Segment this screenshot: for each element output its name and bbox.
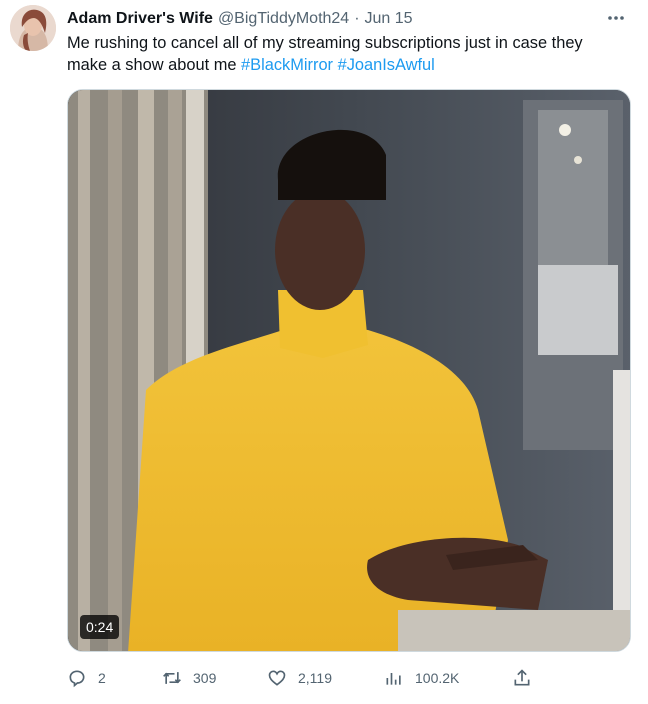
retweet-icon (162, 668, 182, 688)
reply-button[interactable]: 2 (67, 666, 106, 690)
views-button[interactable]: 100.2K (384, 666, 459, 690)
retweet-button[interactable]: 309 (162, 666, 216, 690)
hashtag-joanisawful[interactable]: #JoanIsAwful (338, 56, 435, 74)
views-bar-chart-icon (384, 668, 404, 688)
reply-bubble-icon (67, 668, 87, 688)
video-player[interactable]: 0:24 (67, 89, 631, 652)
tweet-actions: 2 309 2,119 100.2K (67, 666, 537, 690)
heart-icon (267, 668, 287, 688)
avatar-image (10, 5, 56, 51)
avatar[interactable] (10, 5, 56, 51)
tweet-text: Me rushing to cancel all of my streaming… (67, 32, 627, 76)
video-duration: 0:24 (80, 615, 120, 639)
video-frame (68, 90, 630, 651)
header-separator: · (354, 10, 360, 27)
author-name[interactable]: Adam Driver's Wife (67, 10, 213, 28)
more-options-icon[interactable] (604, 8, 628, 28)
tweet-date[interactable]: Jun 15 (365, 10, 413, 28)
tweet-card[interactable]: Adam Driver's Wife @BigTiddyMoth24 · Jun… (0, 0, 648, 704)
author-handle[interactable]: @BigTiddyMoth24 (218, 10, 349, 28)
reply-count: 2 (98, 670, 106, 686)
share-upload-icon (512, 668, 532, 688)
like-count: 2,119 (298, 670, 332, 686)
hashtag-blackmirror[interactable]: #BlackMirror (241, 56, 333, 74)
share-button[interactable] (512, 666, 532, 690)
tweet-header: Adam Driver's Wife @BigTiddyMoth24 · Jun… (67, 8, 628, 30)
retweet-count: 309 (193, 670, 217, 686)
view-count: 100.2K (415, 670, 460, 686)
like-button[interactable]: 2,119 (267, 666, 332, 690)
